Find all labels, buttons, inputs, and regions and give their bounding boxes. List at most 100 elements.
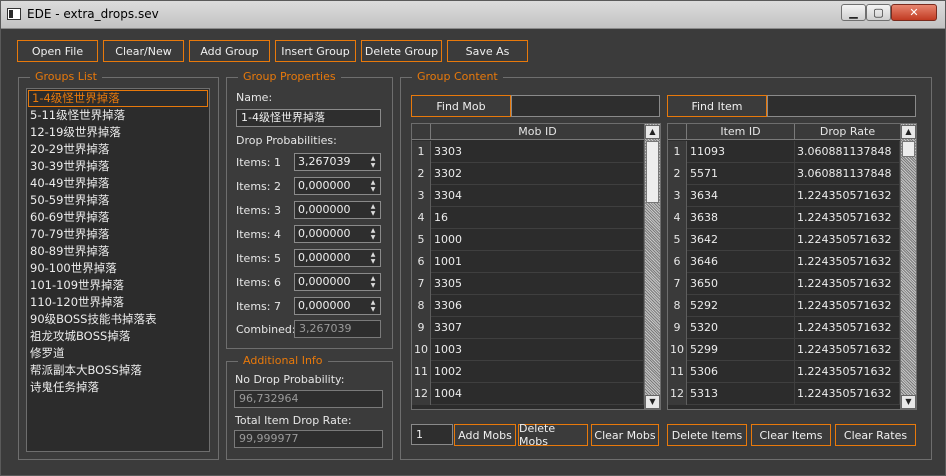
drop-rate-cell[interactable]: 1.224350571632 [795,273,900,295]
item-table-row[interactable]: 4 3638 1.224350571632 [668,207,900,229]
mob-count-field[interactable]: 1 [411,424,453,445]
mob-table-row[interactable]: 4 16 [412,207,644,229]
drop-rate-cell[interactable]: 1.224350571632 [795,207,900,229]
drop-rate-header[interactable]: Drop Rate [795,124,901,140]
mob-table-row[interactable]: 9 3307 [412,317,644,339]
find-item-input[interactable] [767,95,916,117]
mob-id-cell[interactable]: 3302 [432,163,644,185]
drop-rate-cell[interactable]: 3.060881137848 [795,141,900,163]
add-group-button[interactable]: Add Group [189,40,270,62]
group-list-item[interactable]: 1-4级怪世界掉落 [28,90,208,107]
item-table[interactable]: Item ID Drop Rate 1 11093 3.060881137848 2 5… [667,123,917,410]
item-probability-spinbox[interactable]: 0,000000 ▲ ▼ [294,249,381,267]
spin-arrows-icon[interactable]: ▲ ▼ [367,155,379,169]
group-list-item[interactable]: 祖龙攻城BOSS掉落 [27,328,209,345]
group-list-item[interactable]: 90-100世界掉落 [27,260,209,277]
item-id-cell[interactable]: 3634 [688,185,795,207]
item-table-row[interactable]: 8 5292 1.224350571632 [668,295,900,317]
open-file-button[interactable]: Open File [17,40,98,62]
drop-rate-cell[interactable]: 1.224350571632 [795,251,900,273]
clear-items-button[interactable]: Clear Items [751,424,831,446]
spin-arrows-icon[interactable]: ▲ ▼ [367,299,379,313]
group-list-item[interactable]: 修罗道 [27,345,209,362]
mob-table-row[interactable]: 10 1003 [412,339,644,361]
group-list-item[interactable]: 90级BOSS技能书掉落表 [27,311,209,328]
item-table-scrollbar[interactable]: ▲ ▼ [900,124,916,409]
clear-rates-button[interactable]: Clear Rates [835,424,916,446]
mob-table-scrollbar[interactable]: ▲ ▼ [644,124,660,409]
item-table-row[interactable]: 1 11093 3.060881137848 [668,141,900,163]
group-list-item[interactable]: 5-11级怪世界掉落 [27,107,209,124]
group-list-item[interactable]: 70-79世界掉落 [27,226,209,243]
spin-arrows-icon[interactable]: ▲ ▼ [367,179,379,193]
minimize-button[interactable]: ▁ [841,4,866,21]
item-id-cell[interactable]: 3642 [688,229,795,251]
drop-rate-cell[interactable]: 1.224350571632 [795,317,900,339]
scroll-up-icon[interactable]: ▲ [645,125,660,139]
drop-rate-cell[interactable]: 1.224350571632 [795,339,900,361]
item-id-cell[interactable]: 5313 [688,383,795,405]
item-id-cell[interactable]: 3650 [688,273,795,295]
mob-id-cell[interactable]: 1003 [432,339,644,361]
drop-rate-cell[interactable]: 1.224350571632 [795,383,900,405]
item-probability-spinbox[interactable]: 0,000000 ▲ ▼ [294,297,381,315]
mob-id-cell[interactable]: 3303 [432,141,644,163]
item-table-row[interactable]: 10 5299 1.224350571632 [668,339,900,361]
item-id-cell[interactable]: 5306 [688,361,795,383]
item-table-row[interactable]: 5 3642 1.224350571632 [668,229,900,251]
spin-arrows-icon[interactable]: ▲ ▼ [367,203,379,217]
mob-table[interactable]: Mob ID 1 3303 2 3302 3 3304 4 16 5 1000 6 1001 7 3305… [411,123,661,410]
scroll-up-icon[interactable]: ▲ [901,125,916,139]
item-table-row[interactable]: 7 3650 1.224350571632 [668,273,900,295]
item-scroll-thumb[interactable] [902,141,915,157]
item-id-header[interactable]: Item ID [687,124,795,140]
find-mob-button[interactable]: Find Mob [411,95,511,117]
mob-table-row[interactable]: 3 3304 [412,185,644,207]
item-table-row[interactable]: 12 5313 1.224350571632 [668,383,900,405]
clear-mobs-button[interactable]: Clear Mobs [591,424,659,446]
mob-table-row[interactable]: 6 1001 [412,251,644,273]
mob-id-cell[interactable]: 1001 [432,251,644,273]
find-item-button[interactable]: Find Item [667,95,767,117]
drop-rate-cell[interactable]: 1.224350571632 [795,295,900,317]
mob-table-row[interactable]: 2 3302 [412,163,644,185]
maximize-button[interactable]: ▢ [866,4,891,21]
mob-id-cell[interactable]: 16 [432,207,644,229]
mob-id-cell[interactable]: 1002 [432,361,644,383]
item-table-row[interactable]: 11 5306 1.224350571632 [668,361,900,383]
delete-items-button[interactable]: Delete Items [667,424,747,446]
add-mobs-button[interactable]: Add Mobs [454,424,516,446]
item-id-cell[interactable]: 5571 [688,163,795,185]
clear-new-button[interactable]: Clear/New [103,40,184,62]
mob-id-cell[interactable]: 3306 [432,295,644,317]
group-list-item[interactable]: 20-29世界掉落 [27,141,209,158]
mob-table-row[interactable]: 5 1000 [412,229,644,251]
item-table-row[interactable]: 6 3646 1.224350571632 [668,251,900,273]
mob-table-row[interactable]: 7 3305 [412,273,644,295]
item-probability-spinbox[interactable]: 0,000000 ▲ ▼ [294,201,381,219]
mob-table-row[interactable]: 11 1002 [412,361,644,383]
item-probability-spinbox[interactable]: 0,000000 ▲ ▼ [294,225,381,243]
find-mob-input[interactable] [511,95,660,117]
group-list-item[interactable]: 帮派副本大BOSS掉落 [27,362,209,379]
group-list-item[interactable]: 40-49世界掉落 [27,175,209,192]
mob-table-row[interactable]: 1 3303 [412,141,644,163]
group-list-item[interactable]: 80-89世界掉落 [27,243,209,260]
item-id-cell[interactable]: 5299 [688,339,795,361]
mob-scroll-thumb[interactable] [646,141,659,203]
group-list-item[interactable]: 30-39世界掉落 [27,158,209,175]
item-id-cell[interactable]: 3646 [688,251,795,273]
delete-group-button[interactable]: Delete Group [361,40,442,62]
group-list-item[interactable]: 12-19级世界掉落 [27,124,209,141]
item-id-cell[interactable]: 11093 [688,141,795,163]
insert-group-button[interactable]: Insert Group [275,40,356,62]
mob-id-header[interactable]: Mob ID [431,124,645,140]
item-table-row[interactable]: 3 3634 1.224350571632 [668,185,900,207]
mob-id-cell[interactable]: 3307 [432,317,644,339]
mob-table-row[interactable]: 12 1004 [412,383,644,405]
item-id-cell[interactable]: 3638 [688,207,795,229]
item-probability-spinbox[interactable]: 0,000000 ▲ ▼ [294,177,381,195]
spin-arrows-icon[interactable]: ▲ ▼ [367,227,379,241]
item-id-cell[interactable]: 5320 [688,317,795,339]
item-table-row[interactable]: 2 5571 3.060881137848 [668,163,900,185]
